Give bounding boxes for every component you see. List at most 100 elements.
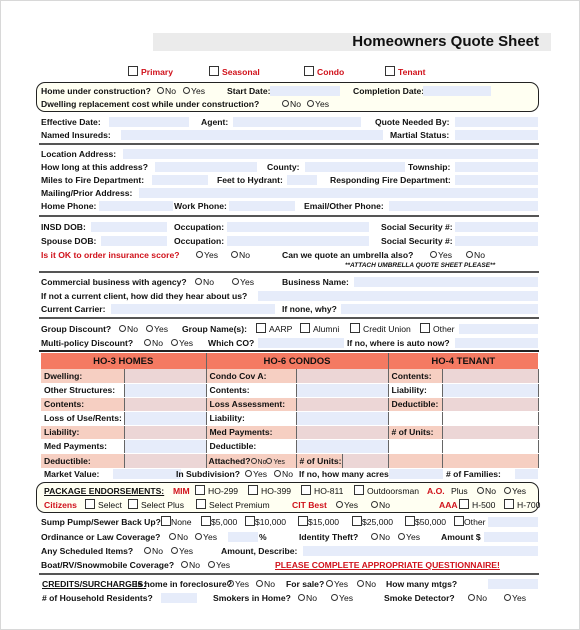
- mailing-address-field[interactable]: [139, 188, 538, 198]
- ho4-units-field[interactable]: [442, 425, 539, 440]
- checkbox-icon[interactable]: [128, 66, 138, 76]
- checkbox-icon[interactable]: [405, 516, 415, 526]
- occupancy-seasonal[interactable]: Seasonal: [209, 66, 260, 78]
- sump-50000-checkbox[interactable]: $50,000: [405, 516, 446, 528]
- checkbox-icon[interactable]: [201, 516, 211, 526]
- insd-dob-field[interactable]: [91, 222, 167, 232]
- ho4-blank-field[interactable]: [442, 411, 539, 426]
- checkbox-icon[interactable]: [209, 66, 219, 76]
- acres-field[interactable]: [389, 469, 443, 479]
- commercial-no-radio[interactable]: No: [195, 276, 214, 288]
- checkbox-icon[interactable]: [256, 323, 266, 333]
- current-carrier-field[interactable]: [111, 304, 275, 314]
- ho6-contents-field[interactable]: [296, 383, 389, 398]
- checkbox-icon[interactable]: [195, 485, 205, 495]
- occupation-field[interactable]: [227, 222, 369, 232]
- miles-fire-field[interactable]: [152, 175, 208, 185]
- subdivision-no-radio[interactable]: No: [274, 468, 293, 480]
- county-field[interactable]: [305, 162, 405, 172]
- radio-icon[interactable]: [331, 594, 338, 601]
- ho4-blank-field[interactable]: [442, 439, 539, 454]
- ordinance-yes-radio[interactable]: Yes: [195, 531, 217, 543]
- ho6-loss-assessment-field[interactable]: [296, 397, 389, 412]
- radio-icon[interactable]: [398, 533, 405, 540]
- smoke-detector-no-radio[interactable]: No: [468, 592, 487, 604]
- checkbox-icon[interactable]: [350, 323, 360, 333]
- ho3-deductible-field[interactable]: [124, 453, 207, 469]
- radio-icon[interactable]: [196, 251, 203, 258]
- multi-policy-yes-radio[interactable]: Yes: [171, 337, 193, 349]
- checkbox-icon[interactable]: [85, 499, 95, 509]
- radio-icon[interactable]: [208, 561, 215, 568]
- which-co-field[interactable]: [258, 338, 344, 348]
- checkbox-icon[interactable]: [304, 66, 314, 76]
- responding-fire-field[interactable]: [455, 175, 538, 185]
- ho3-loss-of-use-field[interactable]: [124, 411, 207, 426]
- radio-icon[interactable]: [195, 533, 202, 540]
- radio-icon[interactable]: [477, 487, 484, 494]
- mortgages-field[interactable]: [488, 579, 538, 589]
- completion-date-field[interactable]: [423, 86, 491, 96]
- checkbox-icon[interactable]: [300, 323, 310, 333]
- checkbox-icon[interactable]: [128, 499, 138, 509]
- construction-no-radio[interactable]: No: [157, 85, 176, 97]
- location-address-field[interactable]: [123, 149, 538, 159]
- checkbox-icon[interactable]: [354, 485, 364, 495]
- for-sale-yes-radio[interactable]: Yes: [326, 578, 348, 590]
- outdoorsman-checkbox[interactable]: Outdoorsman: [354, 485, 419, 497]
- radio-icon[interactable]: [245, 470, 252, 477]
- citizens-select-checkbox[interactable]: Select: [85, 499, 122, 511]
- for-sale-no-radio[interactable]: No: [357, 578, 376, 590]
- radio-icon[interactable]: [227, 580, 234, 587]
- identity-theft-yes-radio[interactable]: Yes: [398, 531, 420, 543]
- sump-other-field[interactable]: [488, 517, 538, 527]
- checkbox-icon[interactable]: [352, 516, 362, 526]
- group-other-checkbox[interactable]: Other: [420, 323, 455, 335]
- checkbox-icon[interactable]: [504, 499, 514, 509]
- aaa-h700-checkbox[interactable]: H-700: [504, 499, 540, 511]
- occupancy-primary[interactable]: Primary: [128, 66, 173, 78]
- radio-icon[interactable]: [146, 325, 153, 332]
- ho6-condo-cov-a-field[interactable]: [296, 369, 389, 384]
- families-field[interactable]: [515, 469, 538, 479]
- ho399-checkbox[interactable]: HO-399: [248, 485, 291, 497]
- ho3-dwelling-field[interactable]: [124, 369, 207, 384]
- radio-icon[interactable]: [504, 594, 511, 601]
- questionnaire-link[interactable]: PLEASE COMPLETE APPROPRIATE QUESTIONNAIR…: [275, 559, 500, 571]
- checkbox-icon[interactable]: [459, 499, 469, 509]
- township-field[interactable]: [455, 162, 538, 172]
- sump-10000-checkbox[interactable]: $10,000: [245, 516, 286, 528]
- ordinance-percent-field[interactable]: [228, 532, 258, 542]
- feet-hydrant-field[interactable]: [287, 175, 317, 185]
- citizens-select-plus-checkbox[interactable]: Select Plus: [128, 499, 184, 511]
- how-long-field[interactable]: [155, 162, 257, 172]
- checkbox-icon[interactable]: [454, 516, 464, 526]
- foreclosure-no-radio[interactable]: No: [256, 578, 275, 590]
- work-phone-field[interactable]: [229, 201, 295, 211]
- attached-no-radio[interactable]: No: [250, 457, 266, 466]
- checkbox-icon[interactable]: [298, 516, 308, 526]
- radio-icon[interactable]: [195, 278, 202, 285]
- radio-icon[interactable]: [232, 278, 239, 285]
- named-insureds-field[interactable]: [121, 130, 383, 140]
- boat-no-radio[interactable]: No: [181, 559, 200, 571]
- radio-icon[interactable]: [336, 501, 343, 508]
- smokers-no-radio[interactable]: No: [298, 592, 317, 604]
- hear-about-field[interactable]: [258, 291, 538, 301]
- subdivision-yes-radio[interactable]: Yes: [245, 468, 267, 480]
- radio-icon[interactable]: [298, 594, 305, 601]
- radio-icon[interactable]: [504, 487, 511, 494]
- replacement-yes-radio[interactable]: Yes: [307, 98, 329, 110]
- sump-other-checkbox[interactable]: Other: [454, 516, 486, 528]
- multi-policy-no-radio[interactable]: No: [144, 337, 163, 349]
- radio-icon[interactable]: [171, 339, 178, 346]
- ho3-other-structures-field[interactable]: [124, 383, 207, 398]
- checkbox-icon[interactable]: [301, 485, 311, 495]
- ho6-liability-field[interactable]: [296, 411, 389, 426]
- marital-status-field[interactable]: [455, 130, 538, 140]
- ho811-checkbox[interactable]: HO-811: [301, 485, 343, 497]
- group-credit-union-checkbox[interactable]: Credit Union: [350, 323, 411, 335]
- group-alumni-checkbox[interactable]: Alumni: [300, 323, 339, 335]
- occupancy-tenant[interactable]: Tenant: [385, 66, 426, 78]
- occupancy-condo[interactable]: Condo: [304, 66, 344, 78]
